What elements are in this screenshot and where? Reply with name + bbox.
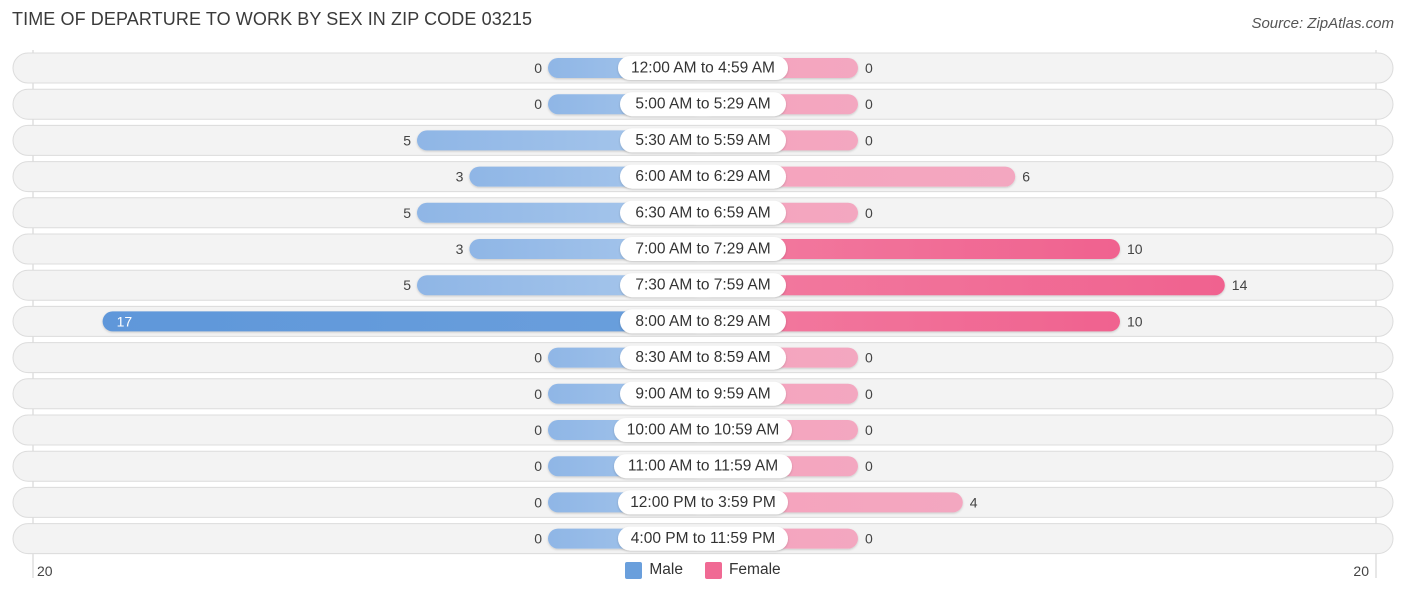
value-label-female: 4	[970, 494, 978, 510]
value-label-female: 14	[1232, 277, 1248, 293]
legend-label-female: Female	[728, 561, 781, 578]
chart-row: 9:00 AM to 9:59 AM 0 0	[12, 378, 1394, 410]
legend-swatch-male	[625, 561, 643, 579]
value-label-male: 0	[534, 96, 542, 112]
value-label-female: 10	[1127, 241, 1143, 257]
value-label-male: 0	[534, 458, 542, 474]
value-label-male: 5	[403, 132, 411, 148]
chart-row: 12:00 AM to 4:59 AM 0 0	[12, 52, 1394, 84]
chart-row: 7:00 AM to 7:29 AM 3 10	[12, 233, 1394, 265]
value-label-male: 17	[117, 313, 133, 329]
category-label: 8:30 AM to 8:59 AM	[635, 349, 770, 366]
value-label-female: 0	[865, 132, 873, 148]
value-label-male: 5	[403, 277, 411, 293]
value-label-female: 0	[865, 458, 873, 474]
chart-row: 8:30 AM to 8:59 AM 0 0	[12, 342, 1394, 374]
chart-canvas: 12:00 AM to 4:59 AM 0 0 5:00 AM to 5:29 AM 0…	[12, 50, 1394, 579]
category-label: 7:00 AM to 7:29 AM	[635, 241, 770, 258]
value-label-female: 0	[865, 386, 873, 402]
value-label-female: 10	[1127, 313, 1143, 329]
value-label-female: 0	[865, 350, 873, 366]
category-label: 6:30 AM to 6:59 AM	[635, 204, 770, 221]
category-label: 6:00 AM to 6:29 AM	[635, 168, 770, 185]
value-label-male: 5	[403, 205, 411, 221]
value-label-male: 0	[534, 531, 542, 547]
value-label-female: 0	[865, 96, 873, 112]
legend-swatch-female	[704, 561, 722, 579]
category-label: 8:00 AM to 8:29 AM	[635, 313, 770, 330]
chart-row: 5:30 AM to 5:59 AM 5 0	[12, 124, 1394, 156]
category-label: 12:00 PM to 3:59 PM	[630, 494, 776, 511]
value-label-female: 0	[865, 422, 873, 438]
value-label-female: 6	[1022, 169, 1030, 185]
value-label-male: 3	[456, 241, 464, 257]
bar-male[interactable]	[102, 311, 704, 332]
category-label: 10:00 AM to 10:59 AM	[627, 422, 780, 439]
category-label: 7:30 AM to 7:59 AM	[635, 277, 770, 294]
chart-row: 10:00 AM to 10:59 AM 0 0	[12, 414, 1394, 446]
category-label: 11:00 AM to 11:59 AM	[628, 458, 778, 475]
chart-row: 5:00 AM to 5:29 AM 0 0	[12, 88, 1394, 120]
value-label-female: 0	[865, 60, 873, 76]
legend-item-female[interactable]: Female	[704, 561, 781, 579]
chart-row: 4:00 PM to 11:59 PM 0 0	[12, 523, 1394, 555]
chart-row: 12:00 PM to 3:59 PM 0 4	[12, 486, 1394, 518]
value-label-male: 0	[534, 494, 542, 510]
chart-row: 11:00 AM to 11:59 AM 0 0	[12, 450, 1394, 482]
value-label-male: 0	[534, 422, 542, 438]
chart-row: 6:30 AM to 6:59 AM 5 0	[12, 197, 1394, 229]
value-label-male: 0	[534, 60, 542, 76]
category-label: 4:00 PM to 11:59 PM	[631, 530, 775, 547]
value-label-female: 0	[865, 531, 873, 547]
category-label: 5:30 AM to 5:59 AM	[635, 132, 770, 149]
value-label-male: 3	[456, 169, 464, 185]
legend: Male Female	[0, 561, 1406, 579]
chart-row: 7:30 AM to 7:59 AM 5 14	[12, 269, 1394, 301]
category-label: 9:00 AM to 9:59 AM	[635, 385, 770, 402]
chart-row: 6:00 AM to 6:29 AM 3 6	[12, 161, 1394, 193]
value-label-male: 0	[534, 386, 542, 402]
value-label-female: 0	[865, 205, 873, 221]
category-label: 12:00 AM to 4:59 AM	[631, 60, 775, 77]
legend-item-male[interactable]: Male	[625, 561, 683, 579]
value-label-male: 0	[534, 350, 542, 366]
legend-label-male: Male	[649, 561, 683, 578]
chart-row: 8:00 AM to 8:29 AM 17 10	[12, 305, 1394, 337]
category-label: 5:00 AM to 5:29 AM	[635, 96, 770, 113]
